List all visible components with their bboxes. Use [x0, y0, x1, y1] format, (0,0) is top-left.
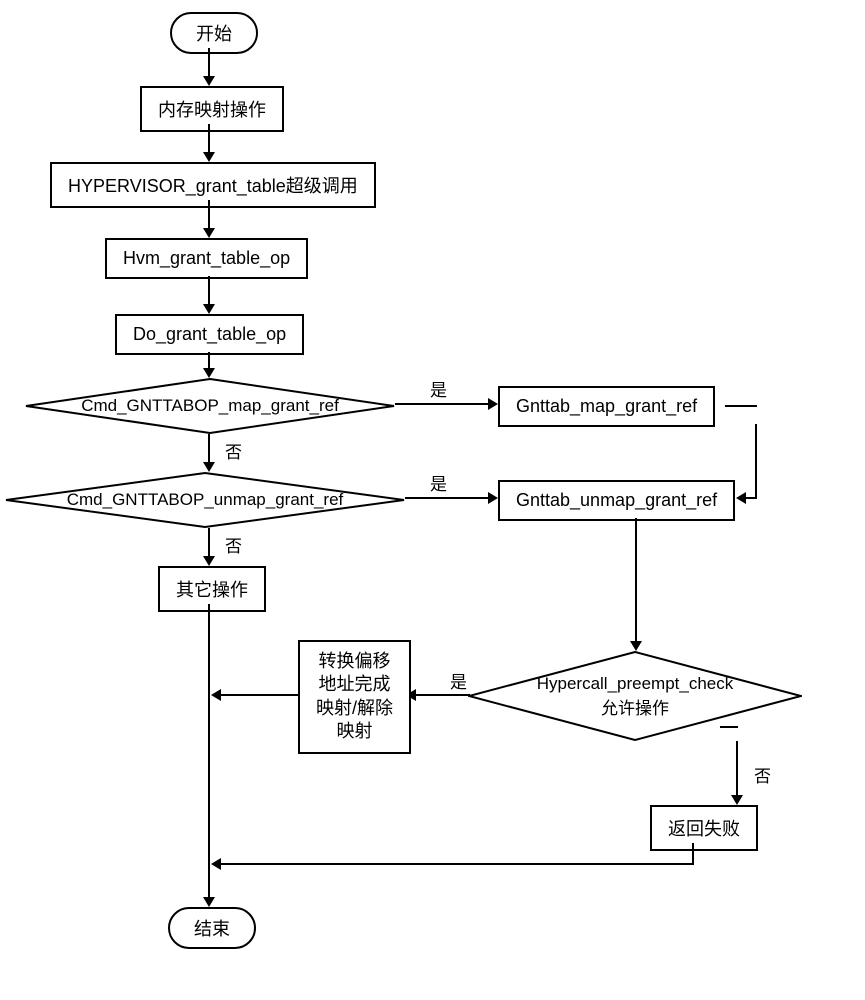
- start-node: 开始: [170, 12, 258, 54]
- start-label: 开始: [196, 20, 232, 46]
- arrowhead-down-icon: [630, 641, 642, 651]
- arrow: [208, 200, 210, 230]
- arrow: [725, 405, 757, 407]
- arrowhead-down-icon: [203, 368, 215, 378]
- preempt-decision-label: Hypercall_preempt_check 允许操作: [468, 651, 802, 741]
- hvmop-label: Hvm_grant_table_op: [123, 248, 290, 269]
- end-node: 结束: [168, 907, 256, 949]
- arrow: [736, 741, 738, 797]
- arrow: [745, 497, 757, 499]
- map-decision-label: Cmd_GNTTABOP_map_grant_ref: [25, 378, 395, 434]
- returnfail-label: 返回失败: [668, 815, 740, 841]
- arrow: [755, 424, 757, 499]
- otherop-node: 其它操作: [158, 566, 266, 612]
- unmapref-label: Gnttab_unmap_grant_ref: [516, 490, 717, 511]
- arrow: [220, 694, 298, 696]
- preempt-decision-node: Hypercall_preempt_check 允许操作: [468, 651, 802, 741]
- arrow: [395, 403, 490, 405]
- arrow: [208, 604, 210, 899]
- no-label: 否: [225, 532, 242, 557]
- arrow: [220, 863, 694, 865]
- arrowhead-down-icon: [203, 304, 215, 314]
- arrowhead-down-icon: [203, 76, 215, 86]
- arrowhead-down-icon: [203, 228, 215, 238]
- mapref-node: Gnttab_map_grant_ref: [498, 386, 715, 427]
- arrow: [208, 48, 210, 78]
- arrowhead-down-icon: [731, 795, 743, 805]
- arrow: [208, 528, 210, 558]
- arrow: [405, 497, 490, 499]
- arrowhead-left-icon: [736, 492, 746, 504]
- convert-offset-label: 转换偏移 地址完成 映射/解除 映射: [316, 650, 393, 744]
- yes-label: 是: [430, 376, 447, 401]
- arrowhead-down-icon: [203, 556, 215, 566]
- map-decision-node: Cmd_GNTTABOP_map_grant_ref: [25, 378, 395, 434]
- arrowhead-down-icon: [203, 897, 215, 907]
- unmap-decision-node: Cmd_GNTTABOP_unmap_grant_ref: [5, 472, 405, 528]
- arrowhead-down-icon: [203, 462, 215, 472]
- arrowhead-left-icon: [211, 689, 221, 701]
- arrowhead-left-icon: [211, 858, 221, 870]
- arrow: [692, 843, 694, 865]
- hvmop-node: Hvm_grant_table_op: [105, 238, 308, 279]
- arrowhead-right-icon: [488, 398, 498, 410]
- returnfail-node: 返回失败: [650, 805, 758, 851]
- memop-node: 内存映射操作: [140, 86, 284, 132]
- arrow: [635, 518, 637, 643]
- flowchart-container: 开始 内存映射操作 HYPERVISOR_grant_table超级调用 Hvm…: [0, 0, 865, 1000]
- unmapref-node: Gnttab_unmap_grant_ref: [498, 480, 735, 521]
- yes-label: 是: [430, 470, 447, 495]
- convert-offset-node: 转换偏移 地址完成 映射/解除 映射: [298, 640, 411, 754]
- doop-label: Do_grant_table_op: [133, 324, 286, 345]
- yes-label: 是: [450, 668, 467, 693]
- end-label: 结束: [194, 915, 230, 941]
- doop-node: Do_grant_table_op: [115, 314, 304, 355]
- unmap-decision-label: Cmd_GNTTABOP_unmap_grant_ref: [5, 472, 405, 528]
- no-label: 否: [225, 438, 242, 463]
- memop-label: 内存映射操作: [158, 96, 266, 122]
- arrow: [208, 434, 210, 464]
- hypercall-node: HYPERVISOR_grant_table超级调用: [50, 162, 376, 208]
- arrow: [208, 124, 210, 154]
- arrow: [208, 276, 210, 306]
- arrowhead-right-icon: [488, 492, 498, 504]
- no-label: 否: [754, 762, 771, 787]
- arrowhead-down-icon: [203, 152, 215, 162]
- arrow: [720, 726, 738, 728]
- hypercall-label: HYPERVISOR_grant_table超级调用: [68, 172, 358, 198]
- mapref-label: Gnttab_map_grant_ref: [516, 396, 697, 417]
- arrow: [415, 694, 470, 696]
- otherop-label: 其它操作: [176, 576, 248, 602]
